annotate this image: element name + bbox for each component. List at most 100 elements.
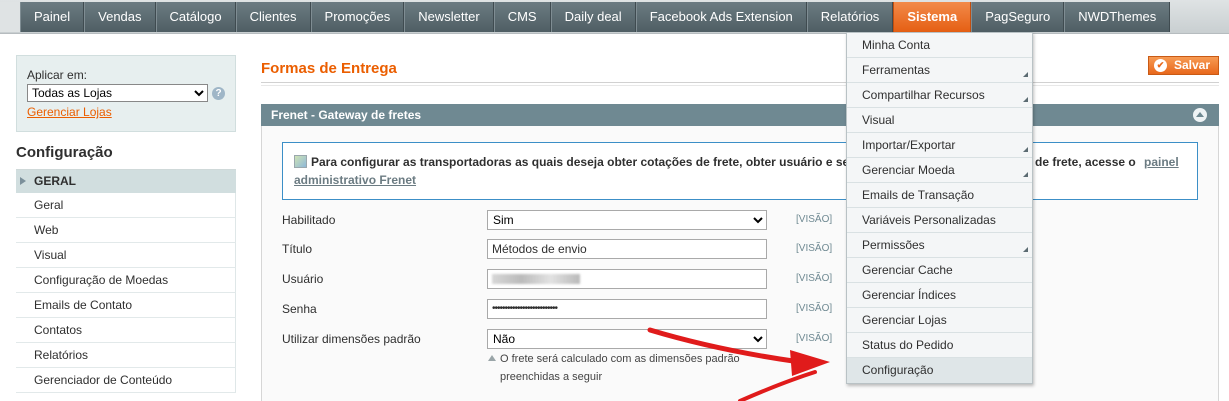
system-menu-item[interactable]: Visual bbox=[847, 108, 1032, 133]
collapse-icon[interactable] bbox=[1193, 108, 1207, 122]
config-sidebar: GERAL Geral Web Visual Configuração de Moed… bbox=[16, 170, 236, 393]
config-group-general[interactable]: GERAL bbox=[16, 170, 236, 193]
password-input[interactable]: •••••••••••••••••••••••••• bbox=[487, 299, 767, 319]
field-label: Utilizar dimensões padrão bbox=[282, 332, 421, 346]
system-menu-label: Ferramentas bbox=[862, 63, 931, 77]
system-menu-label: Gerenciar Lojas bbox=[862, 313, 947, 327]
system-menu-item[interactable]: Configuração bbox=[847, 358, 1032, 383]
save-button[interactable]: ✔ Salvar bbox=[1148, 56, 1219, 75]
store-scope-panel: Aplicar em: Todas as Lojas ? Gerenciar L… bbox=[16, 55, 236, 132]
nav-item-pagseguro[interactable]: PagSeguro bbox=[971, 2, 1065, 32]
nav-item-daily-deal[interactable]: Daily deal bbox=[550, 2, 636, 32]
scope-tag: [VISÃO] bbox=[796, 273, 833, 284]
system-menu-item[interactable]: Gerenciar Índices bbox=[847, 283, 1032, 308]
system-menu-item[interactable]: Compartilhar Recursos bbox=[847, 83, 1032, 108]
system-menu-item[interactable]: Importar/Exportar bbox=[847, 133, 1032, 158]
notice-text-after: de frete, acesse o bbox=[1035, 155, 1136, 169]
field-label: Usuário bbox=[282, 272, 324, 286]
sidebar-item[interactable]: Visual bbox=[16, 243, 236, 268]
nav-item-vendas[interactable]: Vendas bbox=[84, 2, 156, 32]
submenu-corner-icon bbox=[1023, 72, 1028, 77]
submenu-corner-icon bbox=[1023, 172, 1028, 177]
check-icon: ✔ bbox=[1154, 59, 1167, 72]
system-menu-item[interactable]: Status do Pedido bbox=[847, 333, 1032, 358]
system-menu-item[interactable]: Ferramentas bbox=[847, 58, 1032, 83]
system-menu-label: Variáveis Personalizadas bbox=[862, 213, 996, 227]
user-input[interactable] bbox=[487, 269, 767, 289]
store-scope-select[interactable]: Todas as Lojas bbox=[27, 84, 209, 102]
scope-tag: [VISÃO] bbox=[796, 214, 833, 225]
system-menu-label: Configuração bbox=[862, 363, 934, 377]
nav-item-sistema[interactable]: Sistema bbox=[893, 2, 972, 32]
config-items: Geral Web Visual Configuração de Moedas Emai… bbox=[16, 193, 236, 393]
title-input[interactable]: Métodos de envio bbox=[487, 239, 767, 259]
nav-item-promo-es[interactable]: Promoções bbox=[310, 2, 405, 32]
system-menu-item[interactable]: Variáveis Personalizadas bbox=[847, 208, 1032, 233]
sidebar-item[interactable]: Geral bbox=[16, 193, 236, 218]
question-icon[interactable]: ? bbox=[212, 86, 225, 100]
system-menu-label: Compartilhar Recursos bbox=[862, 88, 985, 102]
panel-link-part2[interactable]: administrativo Frenet bbox=[294, 173, 416, 187]
title-divider bbox=[261, 82, 1219, 86]
page-title: Formas de Entrega bbox=[261, 60, 397, 77]
manage-stores-link[interactable]: Gerenciar Lojas bbox=[27, 105, 112, 119]
nav-item-cat-logo[interactable]: Catálogo bbox=[155, 2, 236, 32]
system-menu-item[interactable]: Gerenciar Lojas bbox=[847, 308, 1032, 333]
sidebar-item[interactable]: Configuração de Moedas bbox=[16, 268, 236, 293]
hint-line-2: preenchidas a seguir bbox=[500, 371, 603, 383]
system-menu-label: Gerenciar Cache bbox=[862, 263, 953, 277]
field-row-password: Senha •••••••••••••••••••••••••• [VISÃO] bbox=[282, 299, 1202, 321]
panel-link-part1[interactable]: painel bbox=[1144, 153, 1179, 171]
red-annotation-arrow bbox=[647, 327, 830, 401]
system-menu-item[interactable]: Gerenciar Moeda bbox=[847, 158, 1032, 183]
system-menu-label: Importar/Exportar bbox=[862, 138, 956, 152]
sidebar-item[interactable]: Gerenciador de Conteúdo bbox=[16, 368, 236, 393]
scope-tag: [VISÃO] bbox=[796, 243, 833, 254]
system-dropdown-menu: Minha Conta Ferramentas Compartilhar Recur… bbox=[846, 32, 1033, 384]
sidebar-item[interactable]: Contatos bbox=[16, 318, 236, 343]
redacted-value bbox=[492, 274, 580, 284]
system-menu-item[interactable]: Minha Conta bbox=[847, 33, 1032, 58]
field-label: Habilitado bbox=[282, 213, 336, 227]
top-navigation: Painel Vendas Catálogo Clientes Promoções New… bbox=[0, 0, 1229, 34]
nav-item-facebook-ads-extension[interactable]: Facebook Ads Extension bbox=[635, 2, 807, 32]
top-nav-bar: Painel Vendas Catálogo Clientes Promoções New… bbox=[0, 2, 1171, 32]
submenu-corner-icon bbox=[1023, 147, 1028, 152]
sidebar-item[interactable]: Relatórios bbox=[16, 343, 236, 368]
system-menu-label: Gerenciar Moeda bbox=[862, 163, 955, 177]
sidebar-item[interactable]: Web bbox=[16, 218, 236, 243]
submenu-corner-icon bbox=[1023, 247, 1028, 252]
field-label: Senha bbox=[282, 302, 317, 316]
scope-select-row: Todas as Lojas ? bbox=[27, 84, 225, 102]
section-title: Frenet - Gateway de fretes bbox=[271, 108, 422, 122]
info-notice: Para configurar as transportadoras as qu… bbox=[282, 142, 1198, 200]
system-menu-label: Permissões bbox=[862, 238, 925, 252]
nav-item-relat-rios[interactable]: Relatórios bbox=[806, 2, 894, 32]
broken-image-icon bbox=[294, 155, 307, 168]
nav-item-painel[interactable]: Painel bbox=[20, 2, 85, 32]
save-label: Salvar bbox=[1174, 58, 1211, 72]
nav-item-clientes[interactable]: Clientes bbox=[235, 2, 311, 32]
field-label: Título bbox=[282, 242, 313, 256]
system-menu-item[interactable]: Emails de Transação bbox=[847, 183, 1032, 208]
nav-item-cms[interactable]: CMS bbox=[493, 2, 551, 32]
system-menu-label: Visual bbox=[862, 113, 895, 127]
enabled-select[interactable]: Sim bbox=[487, 210, 767, 230]
nav-item-newsletter[interactable]: Newsletter bbox=[404, 2, 494, 32]
scope-label: Aplicar em: bbox=[27, 68, 88, 82]
section-header[interactable]: Frenet - Gateway de fretes bbox=[261, 104, 1219, 126]
nav-item-nwdthemes[interactable]: NWDThemes bbox=[1064, 2, 1171, 32]
system-menu-item[interactable]: Permissões bbox=[847, 233, 1032, 258]
system-menu-item[interactable]: Gerenciar Cache bbox=[847, 258, 1032, 283]
field-row-title: Título Métodos de envio [VISÃO] bbox=[282, 239, 1202, 261]
config-title: Configuração bbox=[16, 132, 236, 170]
sidebar-item[interactable]: Emails de Contato bbox=[16, 293, 236, 318]
system-menu-label: Minha Conta bbox=[862, 38, 931, 52]
system-menu-label: Status do Pedido bbox=[862, 338, 954, 352]
notice-text-before: Para configurar as transportadoras as qu… bbox=[311, 155, 850, 169]
submenu-corner-icon bbox=[1023, 97, 1028, 102]
scope-tag: [VISÃO] bbox=[796, 303, 833, 314]
field-row-user: Usuário [VISÃO] bbox=[282, 269, 1202, 291]
system-menu-label: Emails de Transação bbox=[862, 188, 975, 202]
field-row-enabled: Habilitado Sim [VISÃO] bbox=[282, 210, 1202, 232]
